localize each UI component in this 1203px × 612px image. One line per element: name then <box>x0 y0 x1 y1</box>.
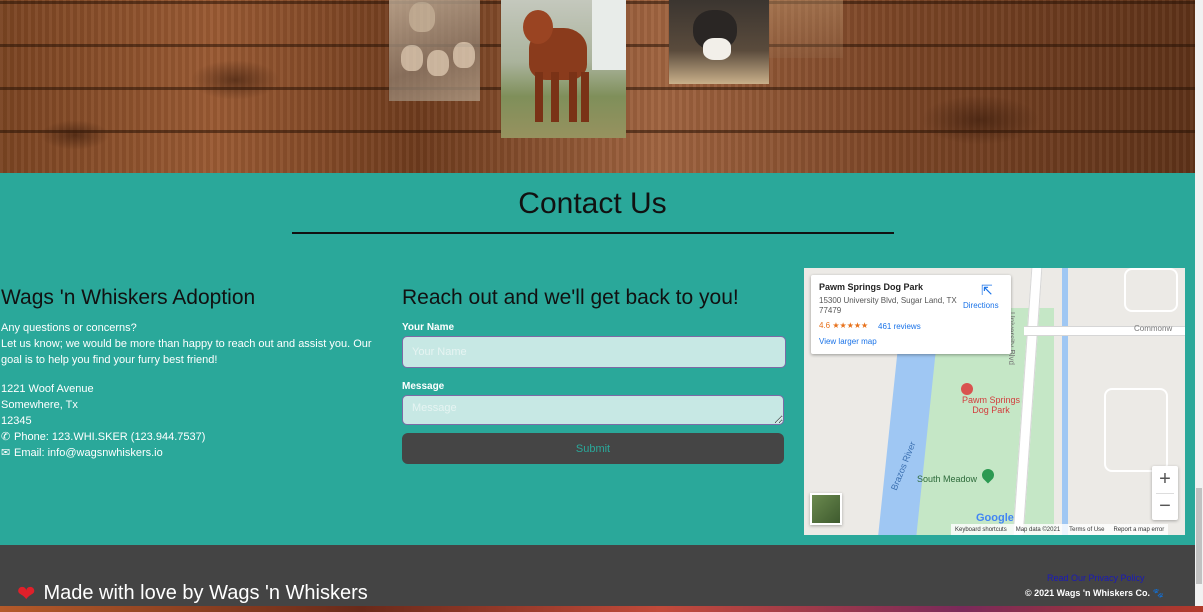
contact-title: Contact Us <box>518 187 667 220</box>
phone-text: Phone: 123.WHI.SKER (123.944.7537) <box>14 431 206 443</box>
about-heading: Wags 'n Whiskers Adoption <box>1 286 256 309</box>
map-street <box>1124 268 1178 312</box>
form-heading: Reach out and we'll get back to you! <box>402 286 739 309</box>
wood-knot <box>920 95 1040 145</box>
zoom-out-button[interactable]: − <box>1152 493 1178 520</box>
message-textarea[interactable] <box>402 395 784 425</box>
directions-link[interactable]: Directions <box>963 301 999 310</box>
page-scrollbar[interactable] <box>1195 0 1203 606</box>
google-logo: Google <box>976 512 1014 524</box>
email-line: ✉ Email: info@wagsnwhiskers.io <box>1 445 391 461</box>
hero-wood-banner <box>0 0 1195 173</box>
title-divider <box>292 232 894 234</box>
map-canal <box>1062 268 1068 535</box>
faded-pet-photo <box>769 0 843 58</box>
puppies-photo <box>389 0 480 101</box>
place-address: 15300 University Blvd, Sugar Land, TX 77… <box>819 296 957 315</box>
map-place-card: Pawm Springs Dog Park 15300 University B… <box>811 275 1011 354</box>
phone-icon: ✆ <box>1 430 11 443</box>
name-label: Your Name <box>402 322 455 333</box>
intro-text: Let us know; we would be more than happy… <box>1 338 372 366</box>
keyboard-shortcuts-link[interactable]: Keyboard shortcuts <box>955 527 1007 533</box>
site-footer: ❤ Made with love by Wags 'n Whiskers Rea… <box>0 545 1195 606</box>
larger-map-link[interactable]: View larger map <box>819 337 877 346</box>
kitten-photo <box>669 0 769 84</box>
terms-link[interactable]: Terms of Use <box>1069 527 1104 533</box>
envelope-icon: ✉ <box>1 446 11 459</box>
wood-knot <box>40 120 110 150</box>
privacy-policy-link[interactable]: Read Our Privacy Policy <box>1047 573 1145 583</box>
submit-button[interactable]: Submit <box>402 433 784 464</box>
map-street <box>1104 388 1168 472</box>
address-zip: 12345 <box>1 415 32 427</box>
bottom-decorative-strip <box>0 606 1203 612</box>
copyright-text: © 2021 Wags 'n Whiskers Co. 🐾 <box>1025 588 1164 598</box>
map-attribution: Keyboard shortcuts Map data ©2021 Terms … <box>951 524 1169 535</box>
about-block: Wags 'n Whiskers Adoption Any questions … <box>1 286 391 461</box>
address-street: 1221 Woof Avenue <box>1 383 94 395</box>
phone-line: ✆ Phone: 123.WHI.SKER (123.944.7537) <box>1 429 391 445</box>
satellite-toggle[interactable] <box>810 493 842 525</box>
place-name: Pawm Springs Dog Park <box>819 282 924 292</box>
map-label-road: Commonw <box>1134 324 1173 333</box>
email-text: Email: info@wagsnwhiskers.io <box>14 447 163 459</box>
contact-form: Reach out and we'll get back to you! You… <box>402 286 786 464</box>
zoom-controls: + − <box>1152 466 1178 520</box>
scrollbar-thumb[interactable] <box>1196 488 1202 584</box>
intro-question: Any questions or concerns? <box>1 322 137 334</box>
message-label: Message <box>402 381 445 392</box>
directions-icon[interactable]: ⇱ <box>981 283 995 297</box>
map-pin-icon[interactable] <box>961 383 973 395</box>
heart-icon: ❤ <box>17 580 36 606</box>
place-rating: 4.6 ★★★★★ <box>819 321 869 330</box>
reviews-link[interactable]: 461 reviews <box>878 322 921 331</box>
map-label-park: Pawm Springs Dog Park <box>961 395 1021 415</box>
name-input[interactable] <box>402 336 786 368</box>
report-error-link[interactable]: Report a map error <box>1114 527 1165 533</box>
address-city: Somewhere, Tx <box>1 399 78 411</box>
made-with-love: ❤ Made with love by Wags 'n Whiskers <box>17 582 368 605</box>
zoom-in-button[interactable]: + <box>1152 466 1178 493</box>
made-with-love-text: Made with love by Wags 'n Whiskers <box>43 582 368 604</box>
calf-photo <box>501 0 626 138</box>
embedded-map[interactable]: Pawm Springs Dog Park South Meadow Brazo… <box>804 268 1185 535</box>
map-label-meadow: South Meadow <box>917 474 978 484</box>
map-data-text: Map data ©2021 <box>1015 526 1061 533</box>
contact-section: Contact Us Wags 'n Whiskers Adoption Any… <box>0 173 1195 545</box>
wood-knot <box>190 60 280 100</box>
